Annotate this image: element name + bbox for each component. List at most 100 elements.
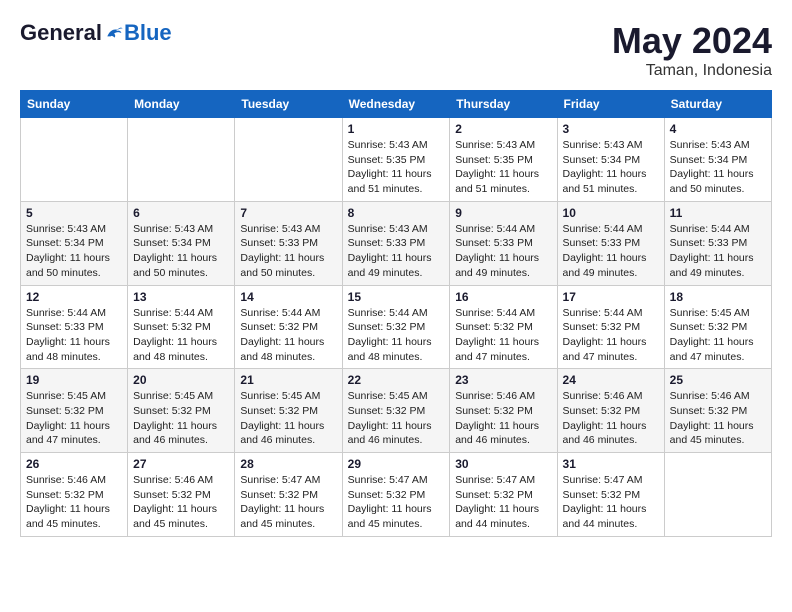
calendar-cell: 1 Sunrise: 5:43 AMSunset: 5:35 PMDaylight…	[342, 118, 450, 202]
weekday-header-saturday: Saturday	[664, 91, 771, 118]
day-number: 25	[670, 373, 766, 387]
day-number: 5	[26, 206, 122, 220]
calendar-week-row: 26 Sunrise: 5:46 AMSunset: 5:32 PMDayligh…	[21, 453, 772, 537]
title-block: May 2024 Taman, Indonesia	[612, 20, 772, 80]
calendar-week-row: 19 Sunrise: 5:45 AMSunset: 5:32 PMDayligh…	[21, 369, 772, 453]
calendar-cell: 21 Sunrise: 5:45 AMSunset: 5:32 PMDayligh…	[235, 369, 342, 453]
calendar-cell: 17 Sunrise: 5:44 AMSunset: 5:32 PMDayligh…	[557, 285, 664, 369]
calendar-cell: 7 Sunrise: 5:43 AMSunset: 5:33 PMDaylight…	[235, 201, 342, 285]
day-info: Sunrise: 5:47 AMSunset: 5:32 PMDaylight:…	[348, 473, 445, 532]
day-number: 24	[563, 373, 659, 387]
calendar-cell: 27 Sunrise: 5:46 AMSunset: 5:32 PMDayligh…	[128, 453, 235, 537]
calendar-cell: 20Sunrise: 5:45 AMSunset: 5:32 PMDayligh…	[128, 369, 235, 453]
day-number: 9	[455, 206, 551, 220]
day-number: 27	[133, 457, 229, 471]
day-number: 1	[348, 122, 445, 136]
calendar-cell: 31Sunrise: 5:47 AMSunset: 5:32 PMDayligh…	[557, 453, 664, 537]
day-info: Sunrise: 5:43 AMSunset: 5:33 PMDaylight:…	[240, 222, 336, 281]
calendar-cell	[21, 118, 128, 202]
day-number: 17	[563, 290, 659, 304]
day-info: Sunrise: 5:44 AMSunset: 5:33 PMDaylight:…	[455, 222, 551, 281]
calendar-week-row: 12Sunrise: 5:44 AMSunset: 5:33 PMDayligh…	[21, 285, 772, 369]
day-info: Sunrise: 5:46 AMSunset: 5:32 PMDaylight:…	[133, 473, 229, 532]
day-info: Sunrise: 5:47 AMSunset: 5:32 PMDaylight:…	[455, 473, 551, 532]
day-number: 28	[240, 457, 336, 471]
calendar-cell: 14Sunrise: 5:44 AMSunset: 5:32 PMDayligh…	[235, 285, 342, 369]
calendar-cell: 5 Sunrise: 5:43 AMSunset: 5:34 PMDaylight…	[21, 201, 128, 285]
day-info: Sunrise: 5:44 AMSunset: 5:33 PMDaylight:…	[670, 222, 766, 281]
calendar-cell: 6 Sunrise: 5:43 AMSunset: 5:34 PMDaylight…	[128, 201, 235, 285]
weekday-header-sunday: Sunday	[21, 91, 128, 118]
day-number: 19	[26, 373, 122, 387]
day-number: 20	[133, 373, 229, 387]
day-number: 16	[455, 290, 551, 304]
weekday-header-monday: Monday	[128, 91, 235, 118]
calendar-table: SundayMondayTuesdayWednesdayThursdayFrid…	[20, 90, 772, 537]
day-info: Sunrise: 5:44 AMSunset: 5:32 PMDaylight:…	[240, 306, 336, 365]
logo-bird-icon	[104, 23, 124, 43]
day-info: Sunrise: 5:44 AMSunset: 5:33 PMDaylight:…	[26, 306, 122, 365]
day-number: 23	[455, 373, 551, 387]
day-number: 26	[26, 457, 122, 471]
calendar-cell: 12Sunrise: 5:44 AMSunset: 5:33 PMDayligh…	[21, 285, 128, 369]
calendar-cell	[128, 118, 235, 202]
day-info: Sunrise: 5:47 AMSunset: 5:32 PMDaylight:…	[240, 473, 336, 532]
calendar-cell: 26 Sunrise: 5:46 AMSunset: 5:32 PMDayligh…	[21, 453, 128, 537]
calendar-cell: 19 Sunrise: 5:45 AMSunset: 5:32 PMDayligh…	[21, 369, 128, 453]
day-info: Sunrise: 5:43 AMSunset: 5:33 PMDaylight:…	[348, 222, 445, 281]
location-title: Taman, Indonesia	[612, 62, 772, 80]
weekday-header-row: SundayMondayTuesdayWednesdayThursdayFrid…	[21, 91, 772, 118]
month-title: May 2024	[612, 20, 772, 62]
day-info: Sunrise: 5:45 AMSunset: 5:32 PMDaylight:…	[348, 389, 445, 448]
day-info: Sunrise: 5:43 AMSunset: 5:34 PMDaylight:…	[133, 222, 229, 281]
calendar-cell: 13Sunrise: 5:44 AMSunset: 5:32 PMDayligh…	[128, 285, 235, 369]
calendar-cell: 9 Sunrise: 5:44 AMSunset: 5:33 PMDaylight…	[450, 201, 557, 285]
day-info: Sunrise: 5:43 AMSunset: 5:34 PMDaylight:…	[670, 138, 766, 197]
calendar-cell: 2Sunrise: 5:43 AMSunset: 5:35 PMDaylight…	[450, 118, 557, 202]
day-info: Sunrise: 5:45 AMSunset: 5:32 PMDaylight:…	[240, 389, 336, 448]
day-number: 3	[563, 122, 659, 136]
calendar-cell: 29 Sunrise: 5:47 AMSunset: 5:32 PMDayligh…	[342, 453, 450, 537]
day-info: Sunrise: 5:44 AMSunset: 5:32 PMDaylight:…	[455, 306, 551, 365]
calendar-cell: 11 Sunrise: 5:44 AMSunset: 5:33 PMDayligh…	[664, 201, 771, 285]
day-info: Sunrise: 5:43 AMSunset: 5:35 PMDaylight:…	[348, 138, 445, 197]
day-number: 15	[348, 290, 445, 304]
day-info: Sunrise: 5:43 AMSunset: 5:34 PMDaylight:…	[26, 222, 122, 281]
calendar-cell: 25Sunrise: 5:46 AMSunset: 5:32 PMDayligh…	[664, 369, 771, 453]
day-number: 22	[348, 373, 445, 387]
logo-general: General	[20, 20, 102, 46]
calendar-cell: 15 Sunrise: 5:44 AMSunset: 5:32 PMDayligh…	[342, 285, 450, 369]
day-number: 6	[133, 206, 229, 220]
calendar-cell: 22 Sunrise: 5:45 AMSunset: 5:32 PMDayligh…	[342, 369, 450, 453]
day-number: 11	[670, 206, 766, 220]
day-number: 31	[563, 457, 659, 471]
calendar-cell: 3 Sunrise: 5:43 AMSunset: 5:34 PMDaylight…	[557, 118, 664, 202]
day-number: 2	[455, 122, 551, 136]
calendar-cell: 16 Sunrise: 5:44 AMSunset: 5:32 PMDayligh…	[450, 285, 557, 369]
calendar-cell: 30 Sunrise: 5:47 AMSunset: 5:32 PMDayligh…	[450, 453, 557, 537]
day-info: Sunrise: 5:45 AMSunset: 5:32 PMDaylight:…	[26, 389, 122, 448]
calendar-cell: 18Sunrise: 5:45 AMSunset: 5:32 PMDayligh…	[664, 285, 771, 369]
day-number: 18	[670, 290, 766, 304]
day-number: 30	[455, 457, 551, 471]
weekday-header-wednesday: Wednesday	[342, 91, 450, 118]
calendar-week-row: 1 Sunrise: 5:43 AMSunset: 5:35 PMDaylight…	[21, 118, 772, 202]
day-number: 13	[133, 290, 229, 304]
calendar-cell	[664, 453, 771, 537]
day-info: Sunrise: 5:44 AMSunset: 5:32 PMDaylight:…	[348, 306, 445, 365]
calendar-cell: 4Sunrise: 5:43 AMSunset: 5:34 PMDaylight…	[664, 118, 771, 202]
day-number: 7	[240, 206, 336, 220]
day-info: Sunrise: 5:44 AMSunset: 5:33 PMDaylight:…	[563, 222, 659, 281]
logo: General Blue	[20, 20, 172, 46]
weekday-header-friday: Friday	[557, 91, 664, 118]
calendar-cell: 10Sunrise: 5:44 AMSunset: 5:33 PMDayligh…	[557, 201, 664, 285]
day-info: Sunrise: 5:46 AMSunset: 5:32 PMDaylight:…	[455, 389, 551, 448]
calendar-cell: 8Sunrise: 5:43 AMSunset: 5:33 PMDaylight…	[342, 201, 450, 285]
day-number: 29	[348, 457, 445, 471]
weekday-header-thursday: Thursday	[450, 91, 557, 118]
day-info: Sunrise: 5:43 AMSunset: 5:34 PMDaylight:…	[563, 138, 659, 197]
day-number: 21	[240, 373, 336, 387]
day-info: Sunrise: 5:44 AMSunset: 5:32 PMDaylight:…	[563, 306, 659, 365]
day-info: Sunrise: 5:46 AMSunset: 5:32 PMDaylight:…	[563, 389, 659, 448]
day-info: Sunrise: 5:46 AMSunset: 5:32 PMDaylight:…	[26, 473, 122, 532]
